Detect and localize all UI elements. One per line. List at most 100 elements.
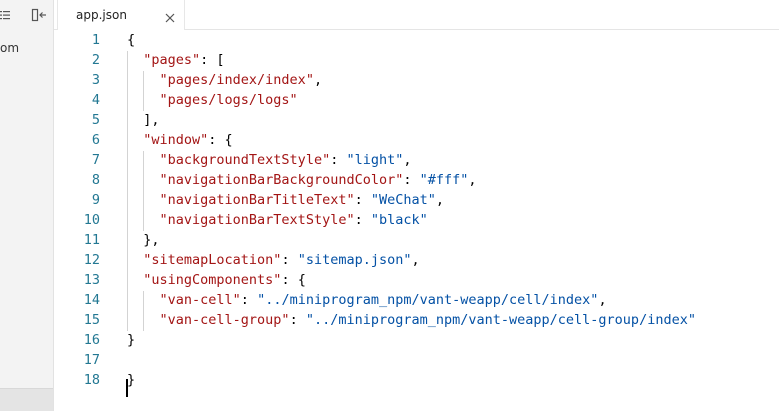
line-number: 10 [83,212,100,228]
code-text: "window": { [127,130,233,150]
json-key: "van-cell-group" [159,312,290,328]
code-line[interactable]: 13 "usingComponents": { [54,270,779,290]
punctuation: : [330,152,347,168]
line-number: 17 [83,352,100,368]
code-line[interactable]: 9 "navigationBarTitleText": "WeChat", [54,190,779,210]
line-number: 5 [91,112,100,128]
json-string: "light" [346,152,404,168]
code-line[interactable]: 1{ [54,30,779,50]
sidebar-file-label[interactable]: om [0,41,19,55]
json-string: "#fff" [419,172,469,188]
punctuation [127,152,160,168]
punctuation: : { [281,272,306,288]
line-number: 13 [83,272,100,288]
code-text: "backgroundTextStyle": "light", [127,150,412,170]
line-number: 3 [91,72,100,88]
code-line[interactable]: 12 "sitemapLocation": "sitemap.json", [54,250,779,270]
code-line[interactable]: 2 "pages": [ [54,50,779,70]
punctuation [127,212,160,228]
line-number: 2 [91,52,100,68]
code-text: "sitemapLocation": "sitemap.json", [127,250,420,270]
punctuation [127,192,160,208]
punctuation [127,72,160,88]
code-line[interactable]: 11 }, [54,230,779,250]
json-key: "pages/index/index" [159,72,314,88]
code-line[interactable]: 18} [54,370,779,390]
code-line[interactable]: 3 "pages/index/index", [54,70,779,90]
code-text: "pages/logs/logs" [127,90,298,110]
sidebar-toolbar [0,0,54,30]
json-string: "../miniprogram_npm/vant-weapp/cell-grou… [305,312,696,328]
punctuation [127,52,143,68]
code-line[interactable]: 14 "van-cell": "../miniprogram_npm/vant-… [54,290,779,310]
line-number: 4 [91,92,100,108]
code-line[interactable]: 16} [54,330,779,350]
code-text: "pages/index/index", [127,70,323,90]
line-number: 16 [83,332,100,348]
punctuation: : [ [200,52,225,68]
punctuation: , [313,72,323,88]
code-line[interactable]: 4 "pages/logs/logs" [54,90,779,110]
code-text: "usingComponents": { [127,270,306,290]
json-key: "sitemapLocation" [143,252,282,268]
close-icon[interactable] [164,9,176,23]
json-key: "navigationBarTitleText" [159,192,355,208]
punctuation: : { [208,132,233,148]
line-number: 18 [83,372,100,388]
code-text: "navigationBarTitleText": "WeChat", [127,190,445,210]
code-editor[interactable]: 1{2 "pages": [3 "pages/index/index", 4 "p… [54,30,779,411]
punctuation: }, [127,232,160,248]
json-key: "window" [143,132,209,148]
json-key: "van-cell" [159,292,241,308]
punctuation: , [403,152,412,168]
punctuation: , [435,192,445,208]
code-text: "navigationBarBackgroundColor": "#fff", [127,170,477,190]
code-text: "pages": [ [127,50,225,70]
editor-window: om app.json 1{2 "pages": [3 "pages/index… [0,0,779,411]
line-number: 11 [83,232,100,248]
punctuation: : [354,192,371,208]
code-line[interactable]: 10 "navigationBarTextStyle": "black" [54,210,779,230]
code-text: } [127,370,135,390]
collapse-sidebar-icon[interactable] [31,7,47,23]
punctuation [127,312,160,328]
code-line[interactable]: 15 "van-cell-group": "../miniprogram_npm… [54,310,779,330]
code-line[interactable]: 6 "window": { [54,130,779,150]
json-string: "WeChat" [370,192,436,208]
sidebar: om [0,0,54,411]
punctuation: ], [127,112,160,128]
json-string: "black" [370,212,428,228]
code-text: { [127,30,135,50]
punctuation [127,272,143,288]
punctuation [127,172,160,188]
punctuation: , [468,172,477,188]
code-line[interactable]: 7 "backgroundTextStyle": "light", [54,150,779,170]
punctuation [127,252,143,268]
punctuation: , [411,252,420,268]
code-line[interactable]: 5 ], [54,110,779,130]
punctuation: : [289,312,306,328]
code-line[interactable]: 8 "navigationBarBackgroundColor": "#fff"… [54,170,779,190]
tab-label: app.json [76,8,127,22]
line-number: 9 [91,192,100,208]
sidebar-footer [0,388,53,411]
punctuation: } [127,372,136,388]
punctuation: } [127,332,136,348]
tab-app-json[interactable]: app.json [57,0,185,30]
line-number: 15 [83,312,100,328]
list-icon[interactable] [0,7,16,23]
punctuation: , [598,292,607,308]
line-number: 7 [91,152,100,168]
punctuation [127,92,160,108]
json-string: "sitemap.json" [297,252,412,268]
code-text: "van-cell-group": "../miniprogram_npm/va… [127,310,696,330]
code-line[interactable]: 17 [54,350,779,370]
json-key: "navigationBarTextStyle" [159,212,355,228]
punctuation [127,292,160,308]
line-number: 8 [91,172,100,188]
punctuation: { [127,32,136,48]
punctuation: : [354,212,371,228]
line-number: 1 [91,32,100,48]
punctuation: : [240,292,258,308]
punctuation: : [281,252,298,268]
